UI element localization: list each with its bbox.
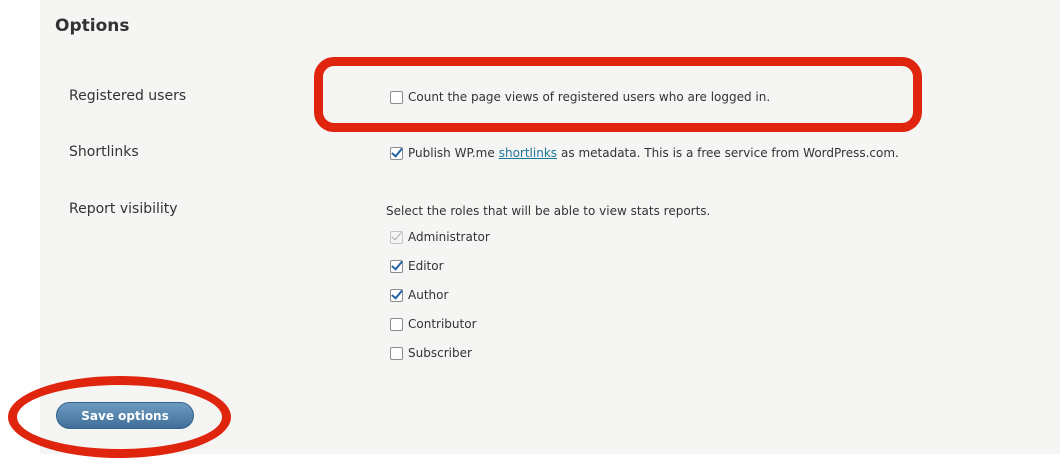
role-label: Contributor [408,317,477,331]
role-checkbox-editor[interactable] [390,259,403,273]
shortlinks-label: Shortlinks [69,144,139,160]
report-visibility-help: Select the roles that will be able to vi… [386,204,711,218]
role-option-editor[interactable]: Editor [390,259,444,273]
role-label: Subscriber [408,346,472,360]
highlight-oval [8,376,231,458]
role-label: Administrator [408,230,490,244]
shortlinks-link[interactable]: shortlinks [499,146,557,160]
report-visibility-label: Report visibility [69,201,178,217]
role-option-author[interactable]: Author [390,288,448,302]
role-option-administrator: Administrator [390,230,490,244]
role-label: Editor [408,259,444,273]
highlight-rectangle [314,57,922,132]
shortlinks-checkbox[interactable] [390,146,403,160]
shortlinks-text-before: Publish WP.me [408,146,495,160]
role-checkbox-administrator [390,230,403,244]
role-checkbox-contributor[interactable] [390,317,403,331]
shortlinks-text-after: as metadata. This is a free service from… [561,146,899,160]
section-title: Options [55,16,130,36]
role-checkbox-subscriber[interactable] [390,346,403,360]
role-option-subscriber[interactable]: Subscriber [390,346,472,360]
role-label: Author [408,288,449,302]
role-checkbox-author[interactable] [390,288,403,302]
role-option-contributor[interactable]: Contributor [390,317,477,331]
registered-users-label: Registered users [69,88,187,104]
shortlinks-option[interactable]: Publish WP.me shortlinks as metadata. Th… [390,146,899,160]
